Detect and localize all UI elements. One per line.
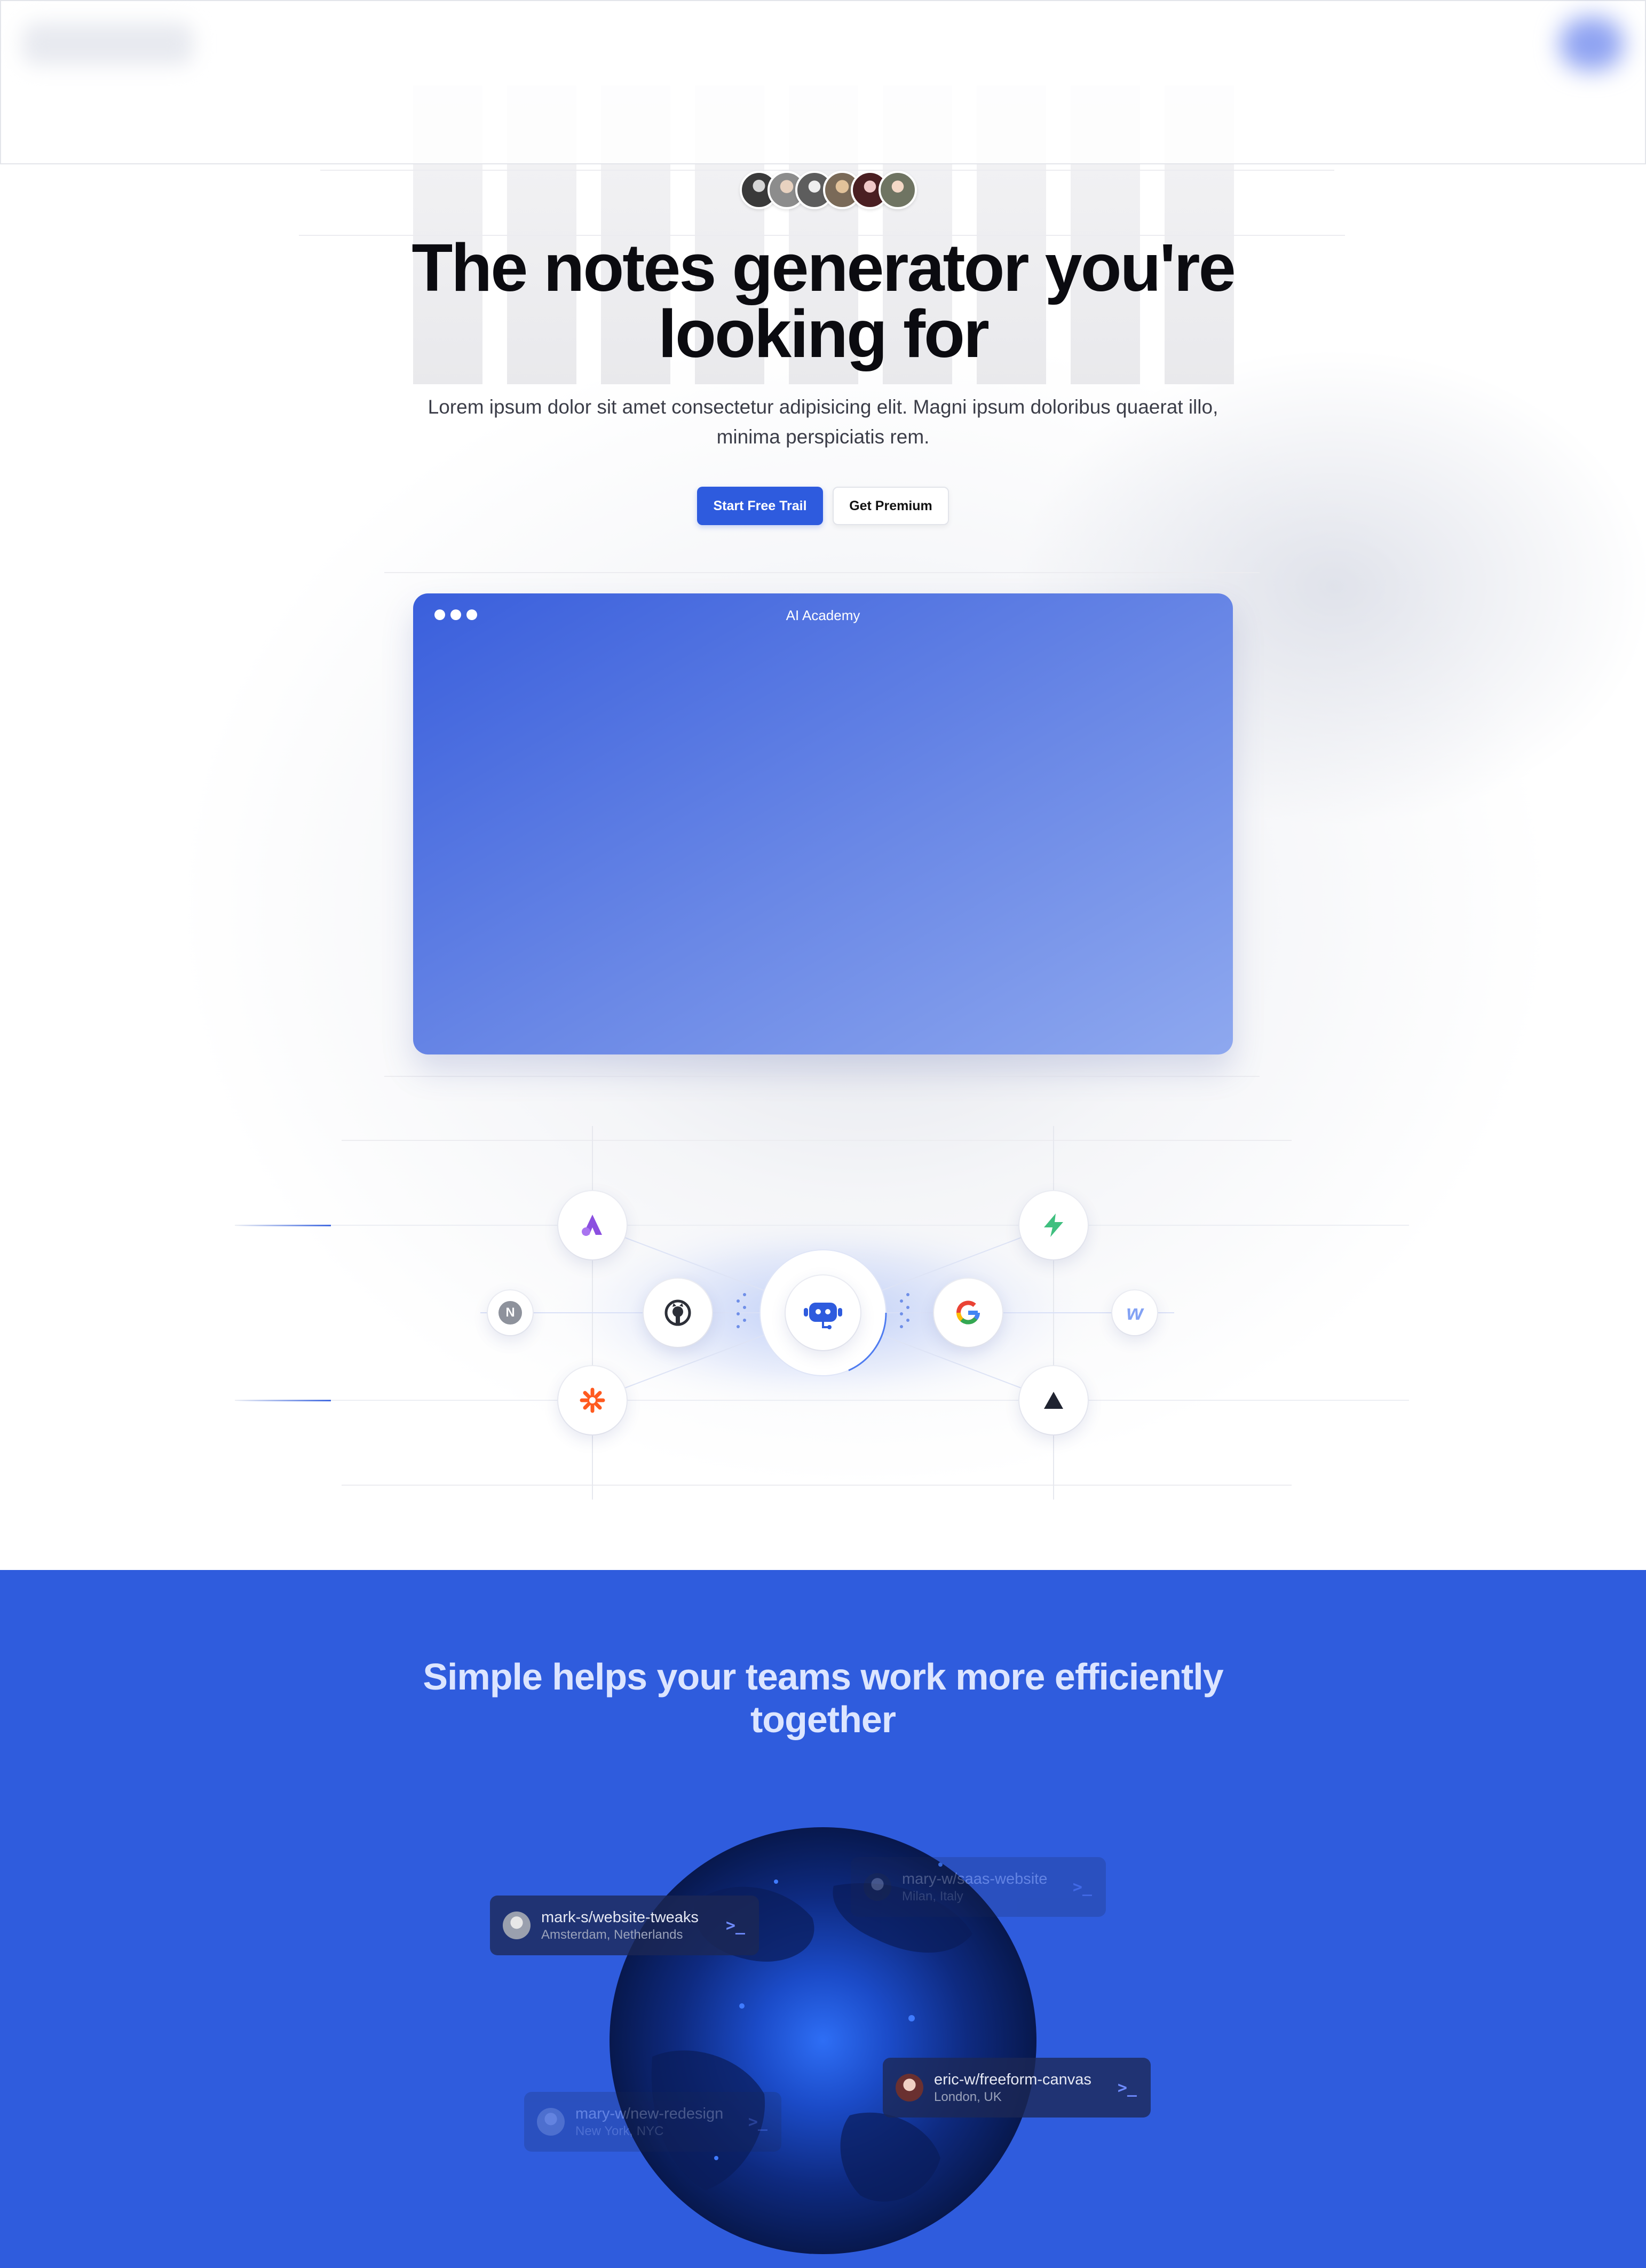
zapier-integration-node[interactable] [558, 1366, 627, 1434]
hero-subtitle-line: minima perspiciatis rem. [716, 426, 930, 448]
grid-line [384, 572, 1260, 573]
card-subtitle: London, UK [934, 2090, 1002, 2104]
webflow-icon: w [1126, 1300, 1143, 1325]
team-section: Simple helps your teams work more effici… [0, 1570, 1646, 2268]
notion-icon: N [498, 1301, 522, 1325]
hero-subtitle: Lorem ipsum dolor sit amet consectetur a… [423, 392, 1223, 452]
card-subtitle: New York, NYC [575, 2124, 664, 2138]
card-title: mary-w/new-redesign [575, 2105, 724, 2122]
get-premium-button[interactable]: Get Premium [833, 487, 949, 525]
terminal-icon: >_ [1117, 2078, 1137, 2097]
google-icon [956, 1300, 980, 1325]
activity-card[interactable]: mary-w/new-redesign New York, NYC >_ [524, 2092, 781, 2152]
webflow-integration-node[interactable]: w [1112, 1290, 1157, 1335]
card-subtitle: Milan, Italy [902, 1889, 963, 1904]
activity-card[interactable]: eric-w/freeform-canvas London, UK >_ [883, 2058, 1151, 2118]
card-title: mary-w/saas-website [902, 1870, 1048, 1888]
avatar [503, 1912, 531, 1939]
start-free-trial-button[interactable]: Start Free Trail [697, 487, 823, 525]
nav-cta-button[interactable] [1560, 17, 1624, 70]
supabase-integration-node[interactable] [1019, 1191, 1088, 1259]
window-title: AI Academy [786, 607, 860, 623]
card-title: eric-w/freeform-canvas [934, 2071, 1091, 2088]
bolt-icon [1044, 1214, 1063, 1237]
integrations-diagram: N w [0, 1126, 1646, 1500]
notion-integration-node[interactable]: N [488, 1290, 533, 1335]
hero-title-line: looking for [658, 296, 990, 371]
team-section-title-line: together [750, 1699, 896, 1740]
github-integration-node[interactable] [644, 1279, 712, 1347]
app-preview-window: AI Academy [413, 593, 1233, 1054]
card-subtitle: Amsterdam, Netherlands [541, 1928, 683, 1942]
avatar [537, 2108, 565, 2136]
top-navbar [0, 0, 1646, 164]
hero-title: The notes generator you're looking for [343, 230, 1303, 371]
google-integration-node[interactable] [934, 1279, 1002, 1347]
zapier-icon [580, 1387, 605, 1413]
bot-hub-node[interactable] [786, 1275, 860, 1350]
vercel-integration-node[interactable] [1019, 1366, 1088, 1434]
ally-integration-node[interactable] [558, 1191, 627, 1259]
github-icon [664, 1299, 691, 1326]
activity-card[interactable]: mark-s/website-tweaks Amsterdam, Netherl… [490, 1896, 759, 1955]
terminal-icon: >_ [725, 1916, 745, 1935]
hero-title-line: The notes generator you're [412, 230, 1236, 305]
logo[interactable] [22, 22, 193, 65]
bot-icon [804, 1303, 842, 1329]
avatar [896, 2074, 923, 2102]
hero-subtitle-line: Lorem ipsum dolor sit amet consectetur a… [428, 396, 1218, 418]
avatar [864, 1873, 891, 1901]
vercel-icon [1044, 1392, 1063, 1409]
grid-line [384, 1076, 1260, 1077]
ally-icon [582, 1215, 602, 1236]
card-title: mark-s/website-tweaks [541, 1909, 699, 1926]
activity-card[interactable]: mary-w/saas-website Milan, Italy >_ [851, 1857, 1106, 1917]
avatar-group [740, 171, 917, 209]
terminal-icon: >_ [748, 2112, 767, 2131]
terminal-icon: >_ [1072, 1877, 1092, 1897]
team-section-title: Simple helps your teams work more effici… [396, 1655, 1250, 1741]
team-section-title-line: Simple helps your teams work more effici… [423, 1656, 1223, 1698]
avatar [879, 171, 917, 209]
